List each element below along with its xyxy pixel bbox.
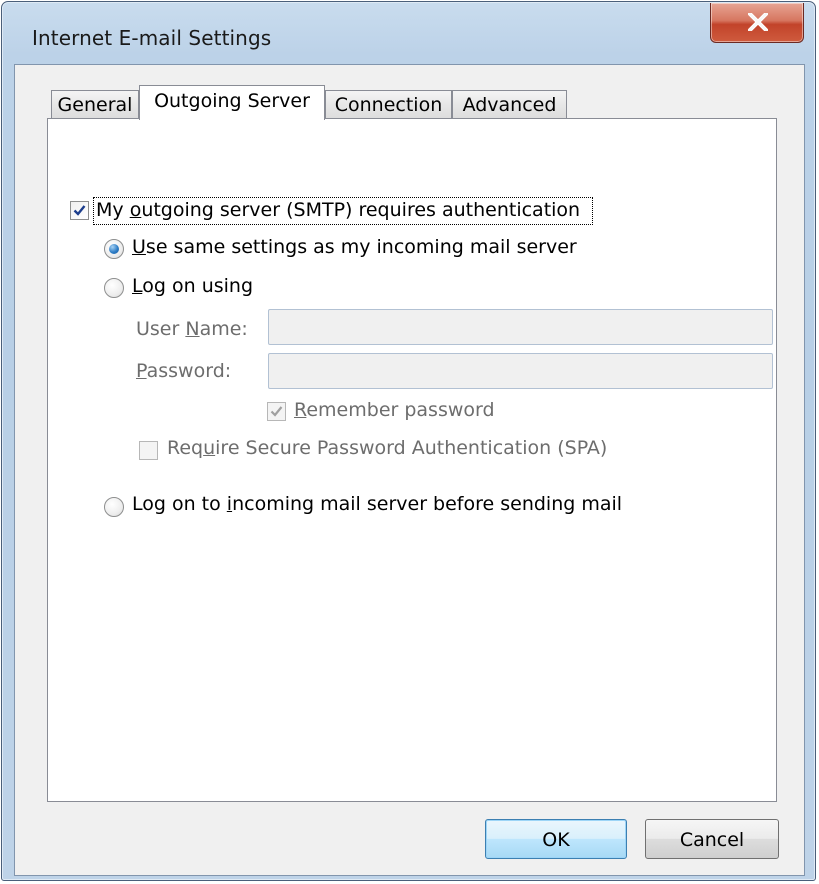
password-label: Password:: [136, 360, 232, 382]
outgoing-server-panel: My outgoing server (SMTP) requires authe…: [47, 118, 777, 802]
tab-general-label: General: [57, 94, 133, 116]
log-on-using-label[interactable]: Log on using: [132, 275, 253, 297]
log-on-incoming-label[interactable]: Log on to incoming mail server before se…: [132, 493, 622, 515]
remember-password-label: Remember password: [294, 399, 495, 421]
tab-connection-label: Connection: [334, 94, 443, 116]
title-bar[interactable]: Internet E-mail Settings: [2, 2, 815, 64]
tab-connection[interactable]: Connection: [325, 90, 452, 119]
smtp-auth-label[interactable]: My outgoing server (SMTP) requires authe…: [96, 199, 580, 221]
smtp-auth-checkbox[interactable]: [70, 201, 89, 220]
radio-selected-dot: [109, 244, 119, 254]
same-settings-radio[interactable]: [104, 239, 124, 259]
tab-general[interactable]: General: [51, 90, 139, 119]
close-icon: [748, 13, 768, 31]
spa-checkbox[interactable]: [139, 441, 158, 460]
same-settings-label[interactable]: Use same settings as my incoming mail se…: [132, 236, 577, 258]
log-on-incoming-radio[interactable]: [104, 497, 124, 517]
checkmark-icon: [73, 205, 86, 216]
tab-advanced[interactable]: Advanced: [452, 90, 567, 119]
tab-advanced-label: Advanced: [462, 94, 557, 116]
ok-button[interactable]: OK: [485, 819, 627, 859]
checkmark-icon: [270, 406, 283, 417]
user-name-label: User Name:: [136, 318, 248, 340]
cancel-button[interactable]: Cancel: [645, 819, 779, 859]
dialog-window: Internet E-mail Settings General Outgoin…: [1, 1, 816, 881]
tab-outgoing-server-label: Outgoing Server: [154, 90, 310, 112]
window-title: Internet E-mail Settings: [32, 26, 272, 50]
remember-password-checkbox[interactable]: [267, 402, 286, 421]
tab-outgoing-server[interactable]: Outgoing Server: [139, 85, 325, 120]
user-name-field[interactable]: [268, 309, 773, 345]
spa-label: Require Secure Password Authentication (…: [167, 437, 608, 459]
close-button[interactable]: [710, 3, 804, 43]
log-on-using-radio[interactable]: [104, 278, 124, 298]
dialog-client-area: General Outgoing Server Connection Advan…: [14, 64, 805, 876]
password-field[interactable]: [268, 353, 773, 389]
